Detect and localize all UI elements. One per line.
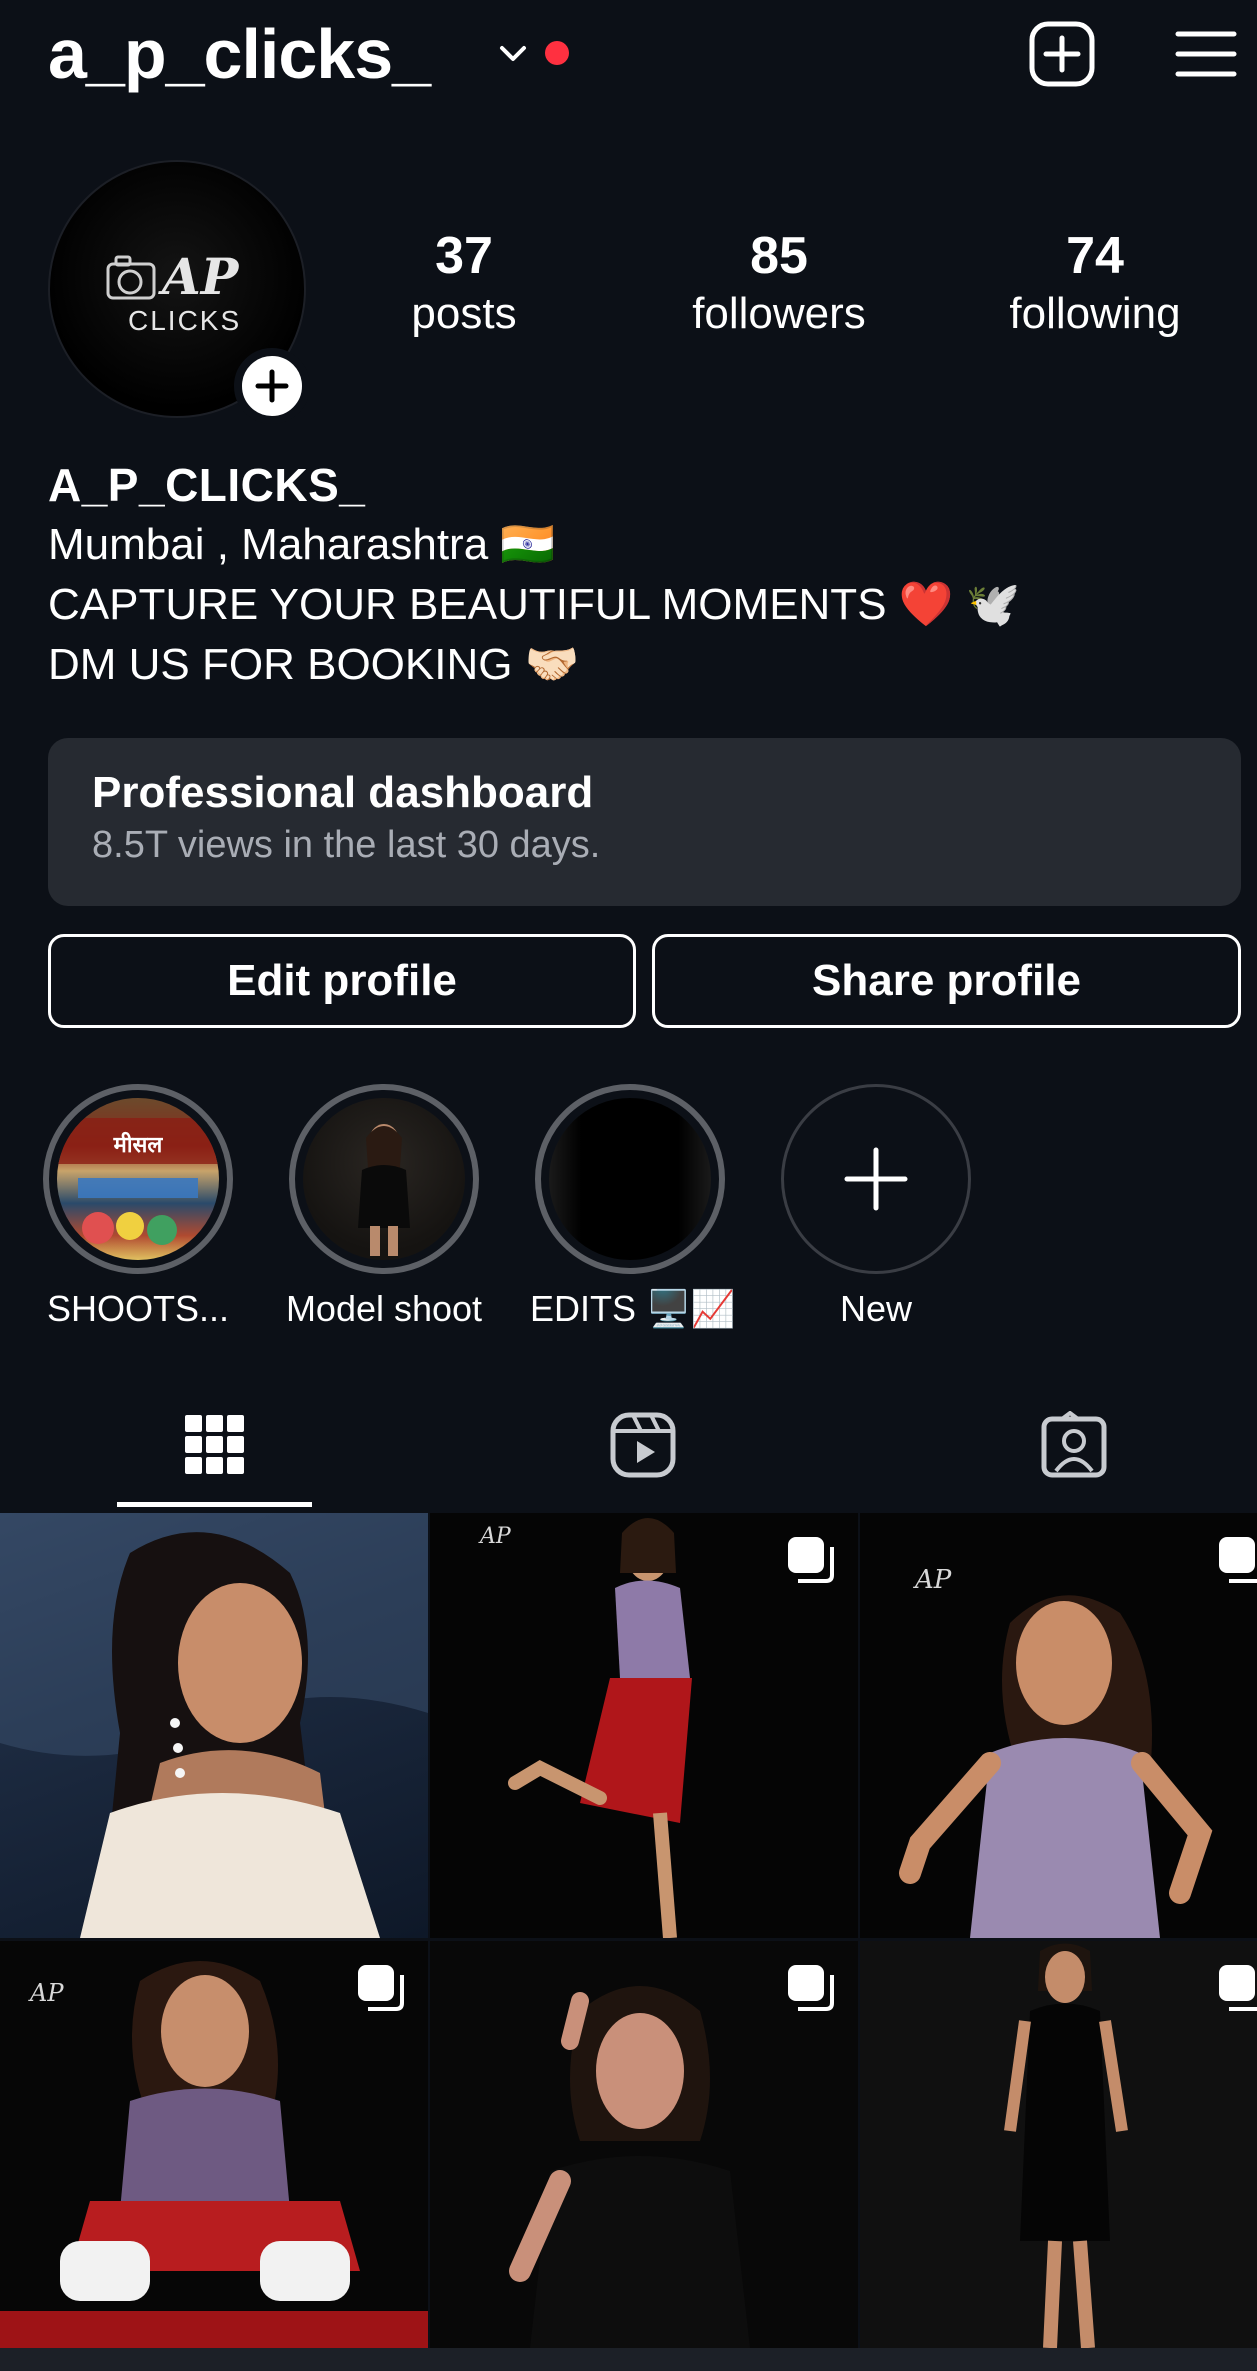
bio-booking: DM US FOR BOOKING 🤝🏻 [48,640,580,689]
plus-icon [844,1147,908,1211]
new-highlight-ring [781,1084,971,1274]
svg-text:AP: AP [28,1979,64,2007]
svg-text:AP: AP [158,247,240,306]
bio-location: Mumbai , Maharashtra 🇮🇳 [48,520,556,569]
svg-text:मीसल: मीसल [113,1131,164,1158]
menu-button[interactable] [1166,14,1246,94]
add-story-button[interactable] [234,348,310,424]
tab-tagged[interactable] [1014,1400,1134,1490]
highlight-shoots[interactable]: मीसल SHOOTS... [38,1084,238,1332]
hamburger-menu-icon [1175,31,1237,77]
highlight-cover: मीसल [57,1098,219,1260]
notification-dot [545,41,569,65]
following-label: following [1009,289,1181,338]
post-thumbnail-4[interactable]: AP [0,1941,428,2348]
highlight-cover [303,1098,465,1260]
highlight-ring [535,1084,725,1274]
bio: A_P_CLICKS_ Mumbai , Maharashtra 🇮🇳 CAPT… [48,455,1228,695]
plus-icon [255,369,289,403]
carousel-icon [1215,1533,1257,1587]
post-image [0,1513,428,1938]
chevron-down-icon[interactable] [498,38,528,68]
tab-posts-grid[interactable] [155,1400,275,1490]
svg-text:AP: AP [478,1524,512,1549]
post-thumbnail-1[interactable] [0,1513,428,1938]
highlight-label: EDITS 🖥️📈 [530,1288,736,1329]
highlight-edits[interactable]: EDITS 🖥️📈 [530,1084,736,1332]
active-tab-indicator [117,1502,312,1507]
highlight-label: SHOOTS... [46,1288,230,1329]
dashboard-title: Professional dashboard [92,768,594,817]
post-thumbnail-3[interactable]: AP [860,1513,1257,1938]
bio-display-name: A_P_CLICKS_ [48,459,366,511]
highlight-label: Model shoot [285,1288,483,1329]
posts-label: posts [411,289,517,338]
following-stat[interactable]: 74 following [980,226,1210,342]
followers-label: followers [692,289,866,338]
following-count: 74 [1066,227,1124,285]
highlight-model-shoot[interactable]: Model shoot [284,1084,484,1332]
profile-username-title[interactable]: a_p_clicks_ [48,12,431,96]
dashboard-subtitle: 8.5T views in the last 30 days. [92,824,601,866]
bio-tagline: CAPTURE YOUR BEAUTIFUL MOMENTS ❤️ 🕊️ [48,580,1021,629]
tab-reels[interactable] [583,1400,703,1490]
posts-stat[interactable]: 37 posts [349,226,579,342]
carousel-icon [784,1533,838,1587]
new-post-button[interactable] [1022,14,1102,94]
professional-dashboard-card[interactable]: Professional dashboard 8.5T views in the… [48,738,1241,906]
posts-count: 37 [435,227,493,285]
reels-icon [610,1412,676,1478]
carousel-icon [784,1961,838,2015]
svg-text:AP: AP [913,1565,952,1595]
carousel-icon [1215,1961,1257,2015]
plus-square-icon [1029,21,1095,87]
carousel-icon [354,1961,408,2015]
bottom-navigation-edge [0,2348,1257,2371]
post-thumbnail-5[interactable] [430,1941,858,2348]
svg-text:CLICKS: CLICKS [128,305,241,336]
followers-count: 85 [750,227,808,285]
highlight-label: New [839,1288,913,1329]
post-thumbnail-6[interactable] [860,1941,1257,2348]
edit-profile-button[interactable]: Edit profile [48,934,636,1028]
share-profile-button[interactable]: Share profile [652,934,1241,1028]
post-image: AP [899,1565,1213,1938]
followers-stat[interactable]: 85 followers [664,226,894,342]
highlight-cover [549,1098,711,1260]
highlight-new[interactable]: New [776,1084,976,1332]
post-thumbnail-2[interactable]: AP [430,1513,858,1938]
tagged-icon [1041,1411,1107,1478]
post-image [860,1941,1257,2348]
highlight-ring: मीसल [43,1084,233,1274]
grid-icon [185,1415,244,1474]
highlight-ring [289,1084,479,1274]
